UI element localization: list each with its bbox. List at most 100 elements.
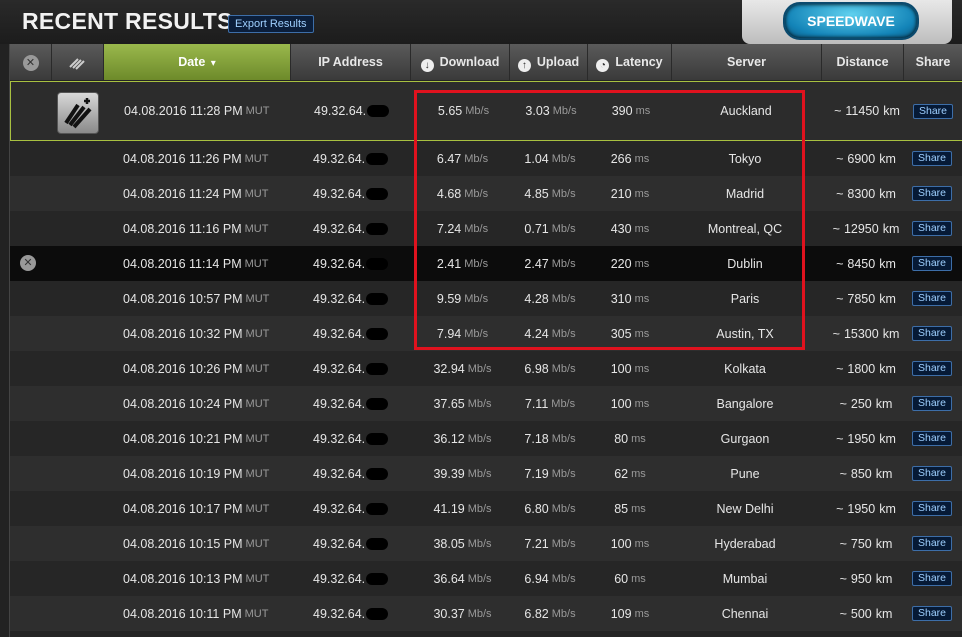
download-unit: Mb/s (464, 187, 489, 200)
date-text: 04.08.2016 10:32 PM (123, 326, 243, 341)
upload-unit: Mb/s (551, 397, 576, 410)
upload-unit: Mb/s (551, 257, 576, 270)
distance-prefix: ~ (839, 536, 847, 551)
share-button[interactable]: Share (911, 361, 953, 376)
date-text: 04.08.2016 11:28 PM (124, 104, 243, 118)
share-button[interactable]: Share (911, 571, 953, 586)
upload-unit: Mb/s (551, 222, 576, 235)
row-upload: 4.85 Mb/s (510, 176, 590, 211)
distance-prefix: ~ (836, 291, 844, 306)
row-ip: 49.32.64. (314, 82, 409, 140)
row-distance: ~1950 km (820, 421, 912, 456)
speedwave-button[interactable]: SPEEDWAVE (783, 2, 919, 40)
download-unit: Mb/s (467, 607, 492, 620)
table-row[interactable]: 04.08.2016 10:26 PM MUT 49.32.64. 32.94 Mb/s… (10, 351, 962, 386)
share-button[interactable]: Share (911, 466, 953, 481)
upload-value: 6.94 (524, 571, 549, 586)
table-row[interactable]: 04.08.2016 10:57 PM MUT 49.32.64. 9.59 Mb/s 4… (10, 281, 962, 316)
export-results-button[interactable]: Export Results (228, 15, 314, 33)
table-row[interactable]: 04.08.2016 10:17 PM MUT 49.32.64. 41.19 Mb/s… (10, 491, 962, 526)
row-ip: 49.32.64. (313, 456, 408, 491)
distance-value: 1950 (847, 431, 876, 446)
share-button[interactable]: Share (911, 536, 953, 551)
table-row[interactable]: 04.08.2016 10:13 PM MUT 49.32.64. 36.64 Mb/s… (10, 561, 962, 596)
distance-prefix: ~ (836, 151, 844, 166)
header-ip[interactable]: IP Address (291, 44, 411, 80)
table-row[interactable]: 04.08.2016 11:28 PM MUT 49.32.64. 5.65 Mb/s 3… (10, 81, 962, 141)
delete-row-icon[interactable]: ✕ (20, 255, 36, 271)
table-row[interactable]: 04.08.2016 10:21 PM MUT 49.32.64. 36.12 Mb/s… (10, 421, 962, 456)
share-button[interactable]: Share (911, 606, 953, 621)
table-row[interactable]: 04.08.2016 10:24 PM MUT 49.32.64. 37.65 Mb/s… (10, 386, 962, 421)
row-date: 04.08.2016 11:24 PM MUT (123, 176, 303, 211)
share-button[interactable]: Share (911, 396, 953, 411)
ip-text: 49.32.64. (313, 361, 366, 376)
latency-value: 100 (610, 536, 632, 551)
table-row[interactable]: 04.08.2016 10:19 PM MUT 49.32.64. 39.39 Mb/s… (10, 456, 962, 491)
row-download: 32.94 Mb/s (410, 351, 515, 386)
table-row[interactable]: 04.08.2016 10:32 PM MUT 49.32.64. 7.94 Mb/s 4… (10, 316, 962, 351)
graph-thumbnail-icon[interactable] (57, 92, 99, 134)
row-upload: 1.04 Mb/s (510, 141, 590, 176)
table-row[interactable]: 04.08.2016 11:24 PM MUT 49.32.64. 4.68 Mb/s 4… (10, 176, 962, 211)
close-icon[interactable]: ✕ (22, 55, 39, 71)
share-button[interactable]: Share (911, 501, 953, 516)
table-row[interactable]: 04.08.2016 10:11 PM MUT 49.32.64. 30.37 Mb/s… (10, 596, 962, 631)
timezone-text: MUT (244, 257, 269, 270)
row-latency: 266 ms (590, 141, 670, 176)
header-server[interactable]: Server (672, 44, 822, 80)
row-date: 04.08.2016 11:28 PM MUT (124, 82, 304, 140)
header-date[interactable]: Date ▾ (104, 44, 291, 80)
redaction-mark (366, 537, 389, 550)
upload-unit: Mb/s (551, 187, 576, 200)
header-close-cell[interactable]: ✕ (10, 44, 52, 80)
table-row[interactable]: ✕ 04.08.2016 11:14 PM MUT 49.32.64. 2.41 Mb/s… (10, 246, 962, 281)
header-upload[interactable]: ↑ Upload (510, 44, 588, 80)
sort-desc-icon: ▾ (210, 58, 216, 69)
row-ip: 49.32.64. (313, 246, 408, 281)
upload-value: 4.85 (524, 186, 549, 201)
row-share-cell: Share (911, 82, 955, 140)
row-share-cell: Share (910, 421, 954, 456)
share-button[interactable]: Share (911, 221, 953, 236)
row-share-cell: Share (910, 386, 954, 421)
share-button[interactable]: Share (911, 151, 953, 166)
upload-value: 7.19 (524, 466, 549, 481)
row-download: 2.41 Mb/s (410, 246, 515, 281)
share-button[interactable]: Share (911, 291, 953, 306)
date-text: 04.08.2016 11:26 PM (123, 151, 242, 166)
table-row[interactable]: 04.08.2016 10:15 PM MUT 49.32.64. 38.05 Mb/s… (10, 526, 962, 561)
top-bar: RECENT RESULTS Export Results SPEEDWAVE (0, 0, 962, 44)
share-button[interactable]: Share (911, 431, 953, 446)
row-date: 04.08.2016 11:14 PM MUT (123, 246, 303, 281)
share-button[interactable]: Share (911, 326, 953, 341)
download-unit: Mb/s (464, 327, 489, 340)
share-button[interactable]: Share (912, 103, 954, 119)
redaction-mark (366, 327, 389, 340)
distance-prefix: ~ (836, 256, 844, 271)
share-button[interactable]: Share (911, 256, 953, 271)
distance-value: 500 (850, 606, 872, 621)
row-upload: 7.11 Mb/s (510, 386, 590, 421)
row-date: 04.08.2016 10:17 PM MUT (123, 491, 303, 526)
header-distance[interactable]: Distance (822, 44, 904, 80)
distance-unit: km (879, 431, 896, 446)
distance-unit: km (875, 606, 893, 621)
distance-prefix: ~ (836, 431, 844, 446)
table-row[interactable]: 04.08.2016 11:26 PM MUT 49.32.64. 6.47 Mb/s 1… (10, 141, 962, 176)
row-download: 37.65 Mb/s (410, 386, 515, 421)
download-value: 36.64 (433, 571, 465, 586)
redaction-mark (366, 607, 389, 620)
graph-icon[interactable] (68, 56, 87, 70)
distance-value: 8300 (847, 186, 876, 201)
table-row[interactable]: 04.08.2016 11:16 PM MUT 49.32.64. 7.24 Mb/s 0… (10, 211, 962, 246)
latency-value: 109 (610, 606, 632, 621)
distance-unit: km (875, 396, 893, 411)
header-download[interactable]: ↓ Download (411, 44, 510, 80)
header-graph-cell[interactable] (52, 44, 104, 80)
header-latency[interactable]: ◔ Latency (588, 44, 672, 80)
share-button[interactable]: Share (911, 186, 953, 201)
row-download: 7.94 Mb/s (410, 316, 515, 351)
distance-unit: km (875, 466, 893, 481)
speedwave-panel: SPEEDWAVE (742, 0, 952, 44)
